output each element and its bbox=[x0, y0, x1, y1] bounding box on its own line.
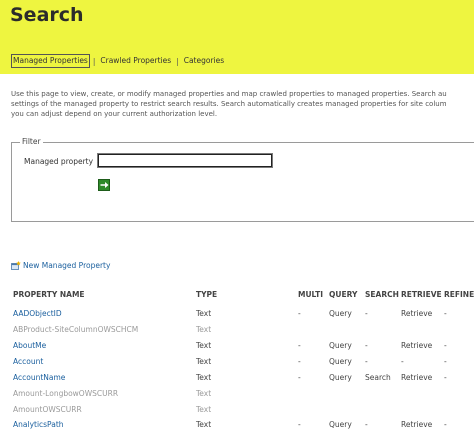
property-retrieve: Retrieve bbox=[401, 373, 433, 382]
header-type[interactable]: TYPE bbox=[196, 290, 217, 299]
property-type: Text bbox=[196, 389, 212, 398]
property-multi: - bbox=[298, 309, 301, 318]
new-managed-property-label: New Managed Property bbox=[23, 261, 111, 270]
property-search: - bbox=[365, 341, 368, 350]
go-button[interactable] bbox=[98, 179, 110, 191]
property-name-link[interactable]: AccountName bbox=[13, 373, 65, 382]
header-search[interactable]: SEARCH bbox=[365, 290, 399, 299]
tab-bar: Managed Properties | Crawled Properties … bbox=[11, 53, 226, 69]
table-header: PROPERTY NAME TYPE MULTI QUERY SEARCH RE… bbox=[0, 290, 474, 302]
header-property-name[interactable]: PROPERTY NAME bbox=[13, 290, 85, 299]
table-row: Account Text - Query - - - bbox=[0, 357, 474, 369]
property-refine: - bbox=[444, 373, 447, 382]
page: Search Managed Properties | Crawled Prop… bbox=[0, 0, 474, 432]
property-type: Text bbox=[196, 405, 212, 414]
property-refine: - bbox=[444, 357, 447, 366]
property-name-link[interactable]: AboutMe bbox=[13, 341, 46, 350]
table-row: AccountName Text - Query Search Retrieve… bbox=[0, 373, 474, 385]
property-type: Text bbox=[196, 325, 212, 334]
property-retrieve: Retrieve bbox=[401, 341, 433, 350]
property-query: Query bbox=[329, 341, 352, 350]
property-query: Query bbox=[329, 309, 352, 318]
tab-managed-properties[interactable]: Managed Properties bbox=[11, 54, 90, 68]
property-multi: - bbox=[298, 357, 301, 366]
managed-property-label: Managed property bbox=[24, 157, 94, 166]
property-refine: - bbox=[444, 341, 447, 350]
page-description: Use this page to view, create, or modify… bbox=[11, 89, 474, 119]
new-managed-property-link[interactable]: New Managed Property bbox=[11, 261, 110, 270]
table-row: AboutMe Text - Query - Retrieve - bbox=[0, 341, 474, 353]
property-type: Text bbox=[196, 341, 212, 350]
table-row: ABProduct-SiteColumnOWSCHCM Text bbox=[0, 325, 474, 337]
table-row: AADObjectID Text - Query - Retrieve - bbox=[0, 309, 474, 321]
page-title: Search bbox=[10, 4, 84, 26]
table-row: AmountOWSCURR Text bbox=[0, 405, 474, 417]
property-multi: - bbox=[298, 341, 301, 350]
tab-categories[interactable]: Categories bbox=[182, 54, 226, 68]
property-type: Text bbox=[196, 373, 212, 382]
header-retrieve[interactable]: RETRIEVE bbox=[401, 290, 442, 299]
property-query: Query bbox=[329, 373, 352, 382]
property-refine: - bbox=[444, 420, 447, 429]
property-name-link[interactable]: AmountOWSCURR bbox=[13, 405, 82, 414]
property-name-link[interactable]: Account bbox=[13, 357, 43, 366]
description-line: Use this page to view, create, or modify… bbox=[11, 90, 447, 98]
arrow-right-icon bbox=[100, 182, 108, 188]
property-multi: - bbox=[298, 373, 301, 382]
tab-separator: | bbox=[176, 56, 179, 66]
property-name-link[interactable]: AADObjectID bbox=[13, 309, 62, 318]
new-property-icon bbox=[11, 261, 21, 270]
property-multi: - bbox=[298, 420, 301, 429]
property-retrieve: Retrieve bbox=[401, 309, 433, 318]
property-search: - bbox=[365, 309, 368, 318]
filter-section: Filter Managed property bbox=[11, 137, 474, 222]
table-row: AnalyticsPath Text - Query - Retrieve - bbox=[0, 420, 474, 432]
managed-property-input[interactable] bbox=[97, 153, 273, 168]
property-name-link[interactable]: AnalyticsPath bbox=[13, 420, 64, 429]
property-query: Query bbox=[329, 357, 352, 366]
property-retrieve: Retrieve bbox=[401, 420, 433, 429]
property-query: Query bbox=[329, 420, 352, 429]
header-query[interactable]: QUERY bbox=[329, 290, 357, 299]
description-line: settings of the managed property to rest… bbox=[11, 100, 447, 108]
property-type: Text bbox=[196, 420, 212, 429]
property-name-link[interactable]: ABProduct-SiteColumnOWSCHCM bbox=[13, 325, 138, 334]
property-refine: - bbox=[444, 309, 447, 318]
property-retrieve: - bbox=[401, 357, 404, 366]
property-type: Text bbox=[196, 309, 212, 318]
table-row: Amount-LongbowOWSCURR Text bbox=[0, 389, 474, 401]
property-name-link[interactable]: Amount-LongbowOWSCURR bbox=[13, 389, 118, 398]
header-banner: Search Managed Properties | Crawled Prop… bbox=[0, 0, 474, 74]
tab-separator: | bbox=[92, 56, 96, 66]
header-multi[interactable]: MULTI bbox=[298, 290, 323, 299]
header-refine[interactable]: REFINE bbox=[444, 290, 474, 299]
property-search: - bbox=[365, 420, 368, 429]
property-search: - bbox=[365, 357, 368, 366]
filter-legend: Filter bbox=[20, 137, 43, 146]
description-line: you can adjust depend on your current au… bbox=[11, 110, 218, 118]
tab-crawled-properties[interactable]: Crawled Properties bbox=[98, 54, 173, 68]
property-type: Text bbox=[196, 357, 212, 366]
property-search: Search bbox=[365, 373, 391, 382]
